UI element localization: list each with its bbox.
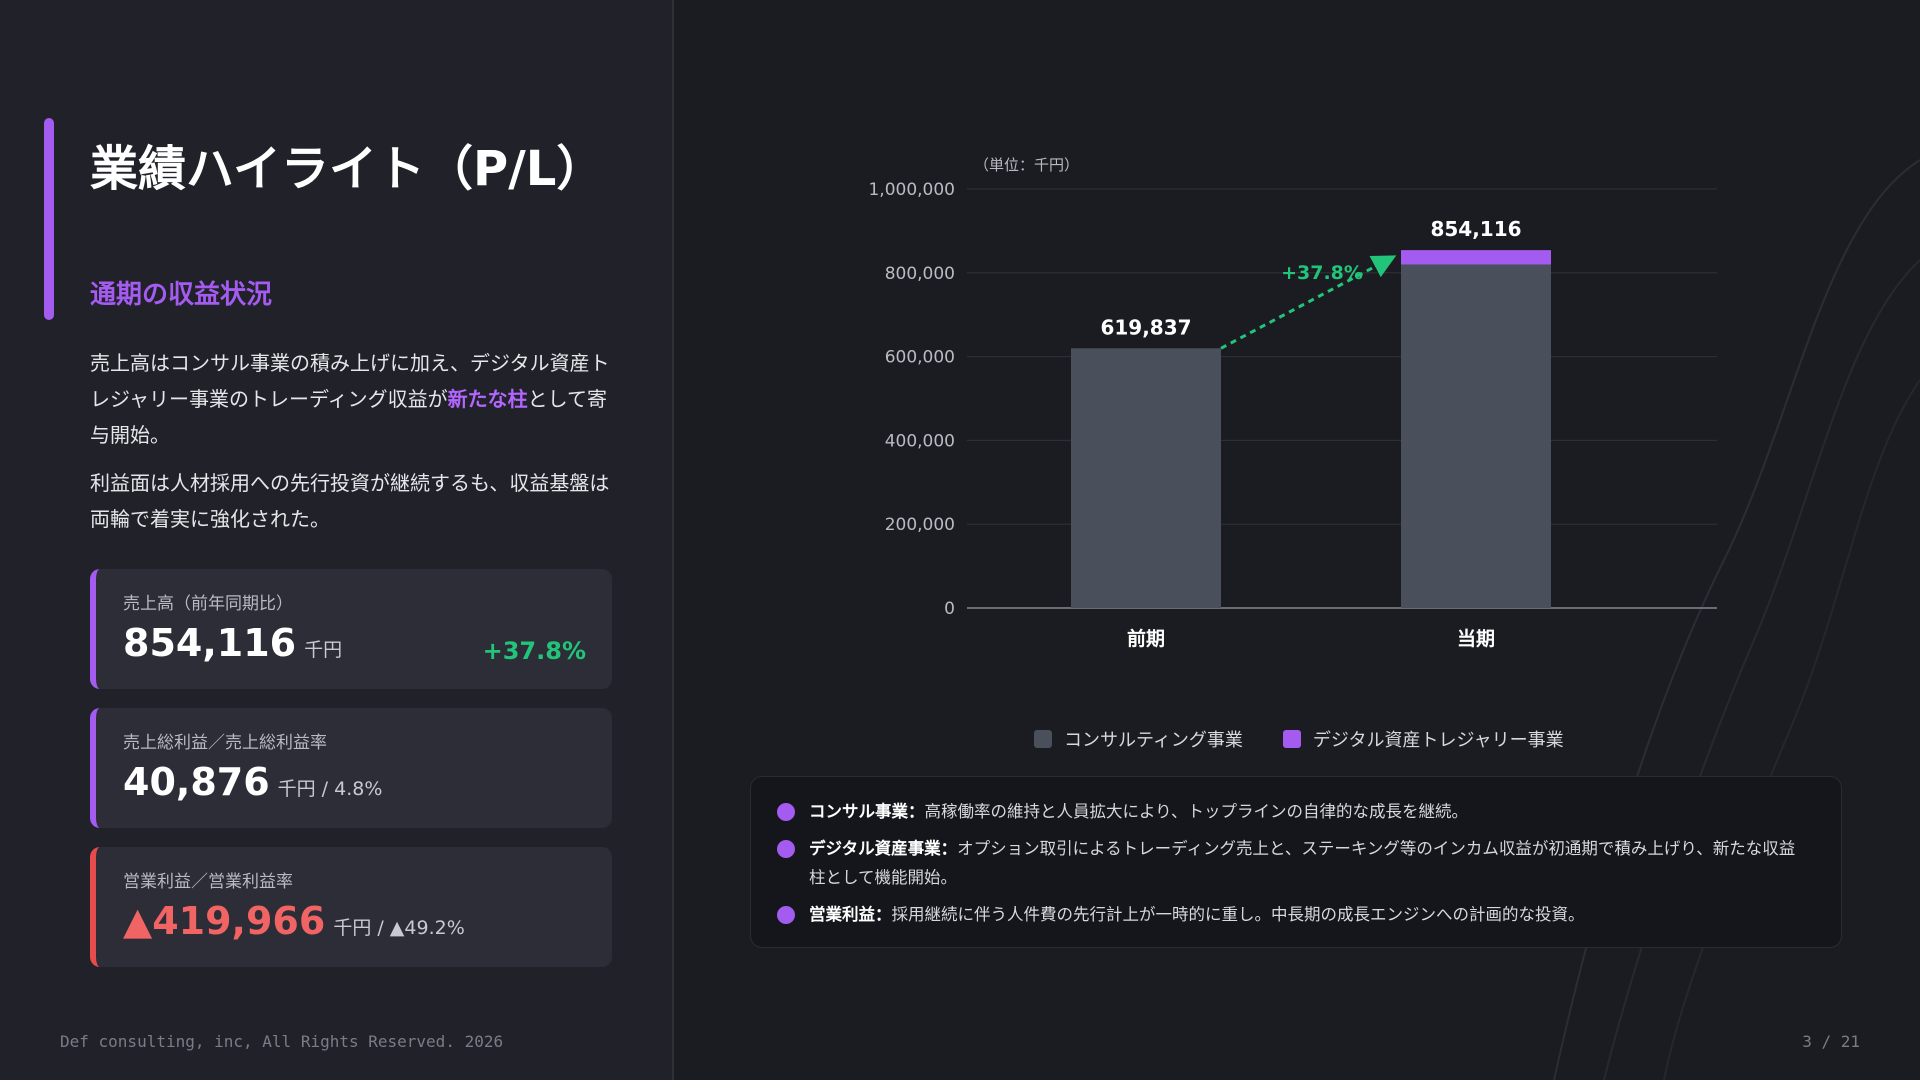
kpi-number: 40,876 xyxy=(123,760,270,804)
page-number: 3 / 21 xyxy=(1802,1032,1860,1051)
kpi-number: 854,116 xyxy=(123,621,297,665)
right-panel: （単位：千円） 0 200,000 400,000 600,000 800,000 1,00… xyxy=(674,0,1920,1080)
legend-label-consulting: コンサルティング事業 xyxy=(1064,730,1243,751)
growth-label: +37.8% xyxy=(1281,262,1363,284)
bullet-dot-icon xyxy=(777,906,795,924)
left-panel: 業績ハイライト（P/L） 通期の収益状況 売上高はコンサル事業の積み上げに加え、… xyxy=(0,0,674,1080)
bullet-dot-icon xyxy=(777,840,795,858)
x-category-label: 前期 xyxy=(1127,627,1165,650)
page-subtitle: 通期の収益状況 xyxy=(90,280,273,310)
title-accent-bar xyxy=(44,118,54,320)
bar-digital-asset xyxy=(1401,250,1551,265)
kpi-value: 854,116 千円 xyxy=(123,621,342,665)
kpi-change: +37.8% xyxy=(482,637,586,665)
note-text: 高稼働率の維持と人員拡大により、トップラインの自律的な成長を継続。 xyxy=(924,802,1469,821)
summary-paragraph-1: 売上高はコンサル事業の積み上げに加え、デジタル資産トレジャリー事業のトレーディン… xyxy=(90,345,620,453)
summary-paragraph-2: 利益面は人材採用への先行投資が継続するも、収益基盤は両輪で着実に強化された。 xyxy=(90,471,610,531)
legend-item-digital-asset: デジタル資産トレジャリー事業 xyxy=(1282,726,1564,752)
note-heading: コンサル事業： xyxy=(809,802,925,821)
legend-swatch-consulting xyxy=(1034,730,1052,748)
kpi-label: 売上総利益／売上総利益率 xyxy=(123,733,327,753)
legend-swatch-digital-asset xyxy=(1282,730,1301,748)
note-text: オプション取引によるトレーディング売上と、ステーキング等のインカム収益が初通期で… xyxy=(809,839,1796,887)
bar-total-label: 619,837 xyxy=(1100,315,1191,339)
chart-legend: コンサルティング事業 デジタル資産トレジャリー事業 xyxy=(1034,726,1564,752)
note-heading: デジタル資産事業： xyxy=(809,839,958,858)
copyright-text: Def consulting, inc, All Rights Reserved… xyxy=(60,1032,504,1051)
note-item-operating-profit: 営業利益：採用継続に伴う人件費の先行計上が一時的に重し。中長期の成長エンジンへの… xyxy=(777,900,1811,929)
y-tick-label: 400,000 xyxy=(885,431,955,451)
kpi-card-operating-profit: 営業利益／営業利益率 ▲419,966 千円 / ▲49.2% xyxy=(90,847,612,967)
kpi-unit: 千円 / 4.8% xyxy=(277,778,383,800)
kpi-unit: 千円 / ▲49.2% xyxy=(333,917,465,939)
note-item-consulting: コンサル事業：高稼働率の維持と人員拡大により、トップラインの自律的な成長を継続。 xyxy=(777,797,1811,826)
y-tick-label: 1,000,000 xyxy=(868,180,955,200)
kpi-number: ▲419,966 xyxy=(123,899,326,943)
bullet-dot-icon xyxy=(777,803,795,821)
unit-label: （単位：千円） xyxy=(974,156,1079,174)
bar-chart: （単位：千円） 0 200,000 400,000 600,000 800,000 1,00… xyxy=(868,156,1717,650)
legend-label-digital-asset: デジタル資産トレジャリー事業 xyxy=(1312,730,1564,751)
y-tick-label: 600,000 xyxy=(885,348,955,368)
summary-highlight: 新たな柱 xyxy=(447,387,528,411)
kpi-value: ▲419,966 千円 / ▲49.2% xyxy=(123,899,465,943)
y-tick-label: 800,000 xyxy=(885,264,955,284)
kpi-unit: 千円 xyxy=(304,639,343,661)
kpi-label: 営業利益／営業利益率 xyxy=(123,872,293,892)
y-tick-label: 200,000 xyxy=(885,515,955,535)
notes-box: コンサル事業：高稼働率の維持と人員拡大により、トップラインの自律的な成長を継続。… xyxy=(750,776,1842,948)
note-text: 採用継続に伴う人件費の先行計上が一時的に重し。中長期の成長エンジンへの計画的な投… xyxy=(891,905,1585,924)
page-title: 業績ハイライト（P/L） xyxy=(90,141,605,197)
kpi-label: 売上高（前年同期比） xyxy=(123,594,293,614)
note-item-digital-asset: デジタル資産事業：オプション取引によるトレーディング売上と、ステーキング等のイン… xyxy=(777,834,1811,892)
kpi-value: 40,876 千円 / 4.8% xyxy=(123,760,382,804)
y-tick-label: 0 xyxy=(944,599,955,619)
x-category-label: 当期 xyxy=(1457,627,1495,650)
note-heading: 営業利益： xyxy=(809,905,892,924)
bar-consulting xyxy=(1071,348,1221,608)
bar-consulting xyxy=(1401,264,1551,608)
kpi-card-revenue: 売上高（前年同期比） 854,116 千円 +37.8% xyxy=(90,569,612,689)
bar-total-label: 854,116 xyxy=(1430,217,1521,241)
kpi-card-gross-profit: 売上総利益／売上総利益率 40,876 千円 / 4.8% xyxy=(90,708,612,828)
legend-item-consulting: コンサルティング事業 xyxy=(1034,726,1243,752)
